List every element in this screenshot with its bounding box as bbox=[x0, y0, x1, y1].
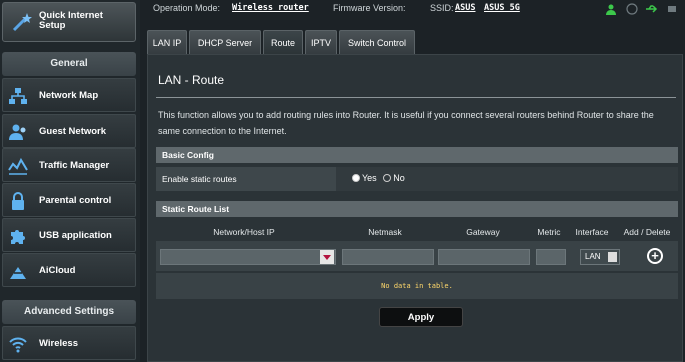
quick-internet-setup-button[interactable]: Quick Internet Setup bbox=[2, 2, 136, 42]
tab-dhcp-server[interactable]: DHCP Server bbox=[189, 30, 261, 54]
column-header-gateway: Gateway bbox=[466, 227, 500, 237]
user-icon[interactable] bbox=[605, 3, 617, 15]
content-panel: LAN - Route This function allows you to … bbox=[147, 54, 683, 362]
general-section-title: General bbox=[2, 52, 136, 76]
column-header-interface: Interface bbox=[575, 227, 609, 237]
static-route-list-header: Static Route List bbox=[156, 201, 678, 217]
enable-static-routes-row: Enable static routes Yes No bbox=[156, 167, 678, 191]
basic-config-header: Basic Config bbox=[156, 147, 678, 163]
gateway-input[interactable] bbox=[438, 249, 530, 265]
metric-input[interactable] bbox=[536, 249, 566, 265]
sidebar-item-network-map[interactable]: Network Map bbox=[2, 78, 136, 112]
sidebar: Quick Internet Setup General Network Map… bbox=[0, 0, 140, 362]
sidebar-item-label: AiCloud bbox=[39, 265, 76, 276]
sidebar-item-label: Guest Network bbox=[39, 126, 107, 137]
sidebar-item-traffic-manager[interactable]: Traffic Manager bbox=[2, 148, 136, 182]
traffic-manager-icon bbox=[8, 157, 28, 175]
guest-network-icon bbox=[9, 124, 26, 140]
sidebar-item-parental-control[interactable]: Parental control bbox=[2, 183, 136, 217]
page-description: This function allows you to add routing … bbox=[158, 110, 654, 136]
ssid-link-5g[interactable]: ASUS_5G bbox=[484, 3, 520, 13]
column-header-metric: Metric bbox=[537, 227, 561, 237]
page-title: LAN - Route bbox=[158, 73, 225, 87]
no-data-message: No data in table. bbox=[156, 273, 678, 299]
title-divider bbox=[156, 97, 676, 98]
apply-button[interactable]: Apply bbox=[379, 307, 463, 327]
printer-icon[interactable] bbox=[667, 3, 677, 15]
sidebar-item-label: Traffic Manager bbox=[39, 160, 110, 171]
usb-icon[interactable] bbox=[645, 3, 658, 15]
wireless-icon bbox=[9, 337, 27, 353]
sidebar-item-usb-application[interactable]: USB application bbox=[2, 218, 136, 252]
sidebar-item-wireless[interactable]: Wireless bbox=[2, 326, 136, 360]
interface-select-value: LAN bbox=[585, 252, 601, 261]
tab-switch-control[interactable]: Switch Control bbox=[339, 30, 415, 54]
column-header-add-delete: Add / Delete bbox=[623, 227, 671, 237]
network-ip-input[interactable] bbox=[160, 249, 336, 265]
chevron-down-icon bbox=[608, 252, 617, 262]
ssid-label: SSID: bbox=[430, 3, 454, 13]
radio-no-label[interactable]: No bbox=[393, 173, 405, 183]
column-header-network-ip: Network/Host IP bbox=[213, 227, 275, 237]
sidebar-item-label: USB application bbox=[39, 230, 112, 241]
tab-lan-ip[interactable]: LAN IP bbox=[147, 30, 187, 54]
sidebar-item-label: Wireless bbox=[39, 338, 78, 349]
advanced-settings-title: Advanced Settings bbox=[2, 300, 136, 324]
radio-yes[interactable] bbox=[352, 174, 360, 182]
operation-mode-link[interactable]: Wireless router bbox=[232, 3, 309, 13]
ssid-link-24g[interactable]: ASUS bbox=[455, 3, 475, 13]
tab-iptv[interactable]: IPTV bbox=[305, 30, 337, 54]
lock-icon bbox=[12, 192, 24, 210]
netmask-input[interactable] bbox=[342, 249, 434, 265]
sidebar-item-label: Network Map bbox=[39, 90, 99, 101]
sidebar-item-label: Parental control bbox=[39, 195, 112, 206]
status-bar: Operation Mode: Wireless router Firmware… bbox=[143, 0, 685, 22]
enable-static-routes-label: Enable static routes bbox=[156, 167, 336, 191]
wand-icon bbox=[12, 13, 32, 32]
radio-no[interactable] bbox=[383, 174, 392, 182]
quick-internet-setup-label: Quick Internet Setup bbox=[39, 10, 103, 31]
route-input-row: LAN + bbox=[156, 241, 678, 271]
enable-static-routes-radios: Yes No bbox=[352, 173, 405, 183]
tab-route[interactable]: Route bbox=[263, 30, 303, 54]
network-map-icon bbox=[9, 88, 27, 104]
aicloud-icon bbox=[10, 267, 26, 279]
sidebar-item-guest-network[interactable]: Guest Network bbox=[2, 114, 136, 148]
operation-mode-label: Operation Mode: bbox=[153, 3, 221, 13]
sidebar-item-aicloud[interactable]: AiCloud bbox=[2, 253, 136, 287]
interface-select[interactable]: LAN bbox=[580, 249, 620, 265]
network-ip-dropdown-button[interactable] bbox=[320, 250, 334, 264]
puzzle-icon bbox=[11, 230, 25, 244]
firmware-label: Firmware Version: bbox=[333, 3, 406, 13]
add-route-button[interactable]: + bbox=[647, 248, 663, 264]
column-header-netmask: Netmask bbox=[368, 227, 402, 237]
globe-icon[interactable] bbox=[626, 3, 638, 15]
main-area: Operation Mode: Wireless router Firmware… bbox=[143, 0, 685, 362]
radio-yes-label[interactable]: Yes bbox=[362, 173, 377, 183]
